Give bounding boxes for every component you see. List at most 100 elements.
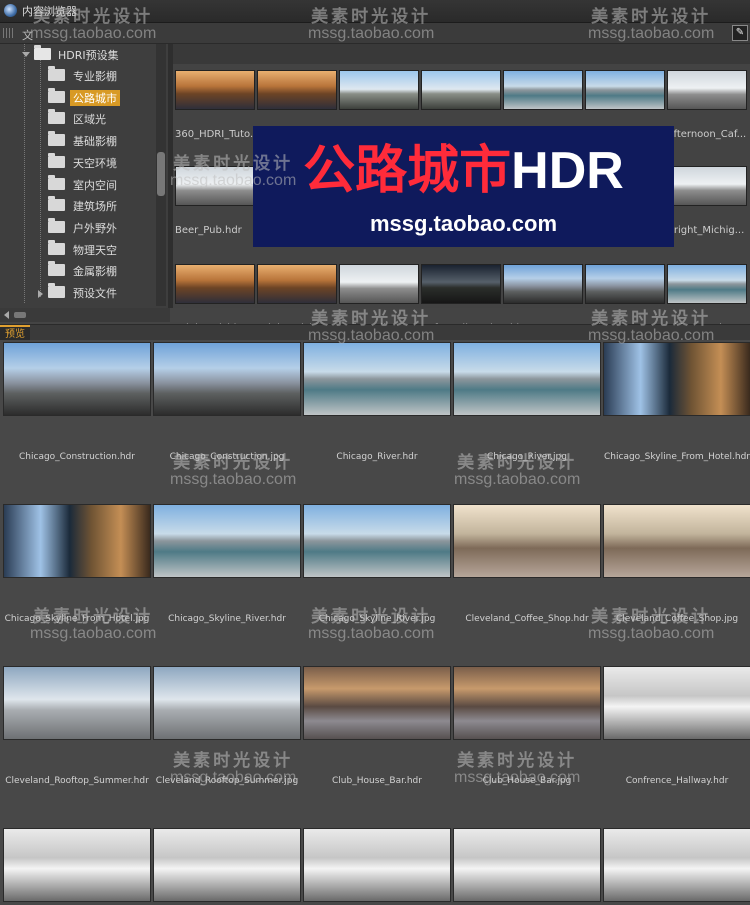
preview-caption: Chicago_Skyline_From_Hotel.hdr [604, 452, 750, 462]
thumbnail-caption: Beer_Pub.hdr [175, 225, 242, 236]
folder-open-icon [34, 45, 51, 60]
scrollbar-thumb[interactable] [157, 152, 165, 196]
preview-caption: Cleveland_Rooftop_Summer.hdr [5, 776, 149, 786]
hdri-thumbnail[interactable] [339, 70, 419, 110]
hdri-thumbnail[interactable] [585, 70, 665, 110]
tree-item-label: 户外野外 [73, 221, 117, 235]
folder-icon [48, 261, 65, 277]
preview-caption: Chicago_Construction.hdr [19, 452, 135, 462]
hdri-thumbnail[interactable] [175, 166, 255, 206]
hdri-preview-image[interactable] [453, 342, 601, 416]
hdri-thumbnail[interactable] [585, 264, 665, 304]
folder-icon [48, 66, 65, 81]
hdri-thumbnail[interactable] [175, 264, 255, 304]
folder-icon [48, 174, 65, 190]
preview-caption: Chicago_Construction.jpg [169, 452, 285, 462]
tree-item-label: 基础影棚 [73, 135, 117, 149]
preview-caption: Cleveland_Coffee_Shop.jpg [615, 614, 739, 624]
preview-caption: Confrence_Hallway.hdr [625, 776, 729, 786]
folder-icon [48, 87, 65, 103]
hdri-thumbnail[interactable] [667, 70, 747, 110]
menubar: 文 ✎ [0, 23, 750, 44]
preview-caption: Chicago_River.hdr [336, 452, 418, 462]
hdri-preview-image[interactable] [453, 828, 601, 902]
tree-item-label: 区域光 [73, 113, 106, 127]
hdri-preview-image[interactable] [603, 828, 750, 902]
tree-item-label: 专业影棚 [73, 70, 117, 83]
expand-arrow-icon[interactable] [38, 290, 43, 298]
folder-icon [48, 217, 65, 233]
thumbnail-caption: Afternoon_Caf... [667, 129, 747, 140]
hdri-preview-image[interactable] [453, 666, 601, 740]
hdri-thumbnail[interactable] [175, 70, 255, 110]
hdri-thumbnail[interactable] [257, 70, 337, 110]
tree-guide-line [40, 58, 41, 298]
scrollbar-thumb[interactable] [14, 312, 26, 318]
hdri-thumbnail[interactable] [667, 264, 747, 304]
hdri-preview-image[interactable] [453, 504, 601, 578]
hdri-preview-image[interactable] [603, 504, 750, 578]
hdri-thumbnail[interactable] [421, 264, 501, 304]
hdri-thumbnail[interactable] [503, 70, 583, 110]
hdri-preview-image[interactable] [153, 666, 301, 740]
hdri-thumbnail[interactable] [421, 70, 501, 110]
tree-horizontal-scrollbar[interactable] [0, 308, 170, 322]
hdri-preview-image[interactable] [3, 828, 151, 902]
tree-guide-line [24, 44, 25, 304]
preview-caption: Chicago_Skyline_River.jpg [318, 614, 436, 624]
preview-caption: Cleveland_Coffee_Shop.hdr [465, 614, 589, 624]
folder-icon [48, 239, 65, 255]
preview-caption: Chicago_River.jpg [487, 452, 567, 462]
grip-handle-icon[interactable] [3, 28, 13, 38]
tree-item-label: 室内空间 [73, 178, 117, 192]
app-icon [4, 4, 17, 17]
hdri-preview-image[interactable] [303, 342, 451, 416]
thumbnail-caption: 360_HDRI_Tuto... [175, 129, 257, 140]
tree-item-label: 物理天空 [73, 243, 117, 257]
folder-icon [48, 196, 65, 212]
hdri-preview-image[interactable] [153, 828, 301, 902]
hdri-thumbnail[interactable] [667, 166, 747, 206]
tree-root-label: HDRI预设集 [58, 49, 119, 62]
hdri-preview-image[interactable] [603, 342, 750, 416]
preview-caption: Club_House_Bar.jpg [482, 776, 572, 786]
preview-caption: Chicago_Skyline_River.hdr [168, 614, 286, 624]
collapse-arrow-icon[interactable] [22, 52, 30, 57]
tree-item-label: 金属影棚 [73, 265, 117, 279]
file-menu[interactable]: 文 [22, 27, 33, 43]
folder-icon [48, 152, 65, 168]
hdri-preview-image[interactable] [3, 342, 151, 416]
folder-icon [48, 131, 65, 147]
hdri-thumbnail[interactable] [503, 264, 583, 304]
thumbnail-caption: Bright_Michig... [667, 225, 745, 236]
window-title: 内容浏览器 [22, 5, 77, 18]
folder-icon [48, 283, 65, 298]
preview-caption: Cleveland_Rooftop_Summer.jpg [155, 776, 299, 786]
hdri-preview-image[interactable] [303, 666, 451, 740]
hdri-preview-image[interactable] [3, 504, 151, 578]
hdri-preview-image[interactable] [303, 828, 451, 902]
tree-item-label: 公路城市 [70, 89, 120, 106]
hdri-thumbnail[interactable] [339, 264, 419, 304]
banner-title-en: HDR [511, 142, 624, 200]
banner-url: mssg.taobao.com [369, 211, 558, 236]
tree-vertical-scrollbar[interactable] [156, 44, 166, 306]
folder-tree: HDRI预设集 专业影棚 公路城市 区域光 基础影棚 天空环境 室内空间 建筑场所 户外野外物… [0, 44, 168, 308]
edit-pen-icon[interactable]: ✎ [732, 25, 748, 41]
hdri-preview-image[interactable] [303, 504, 451, 578]
hdri-preview-image[interactable] [3, 666, 151, 740]
hdri-preview-image[interactable] [603, 666, 750, 740]
scroll-left-arrow-icon[interactable] [4, 311, 9, 319]
preview-gallery: Chicago_Construction.hdr Chicago_Construc… [0, 340, 750, 905]
tree-item-label: 建筑场所 [73, 200, 117, 214]
grid-header-strip [173, 44, 750, 64]
hdri-thumbnail[interactable] [257, 264, 337, 304]
banner-title: 公路城市HDR [253, 140, 674, 202]
banner-title-cn: 公路城市 [303, 142, 512, 200]
window-titlebar: 内容浏览器 [0, 0, 750, 23]
tree-item-label: 预设文件 [73, 287, 117, 300]
promo-banner: 公路城市HDR mssg.taobao.com [253, 126, 674, 247]
hdri-preview-image[interactable] [153, 342, 301, 416]
hdri-preview-image[interactable] [153, 504, 301, 578]
preview-tabbar: 预览 [0, 324, 750, 342]
